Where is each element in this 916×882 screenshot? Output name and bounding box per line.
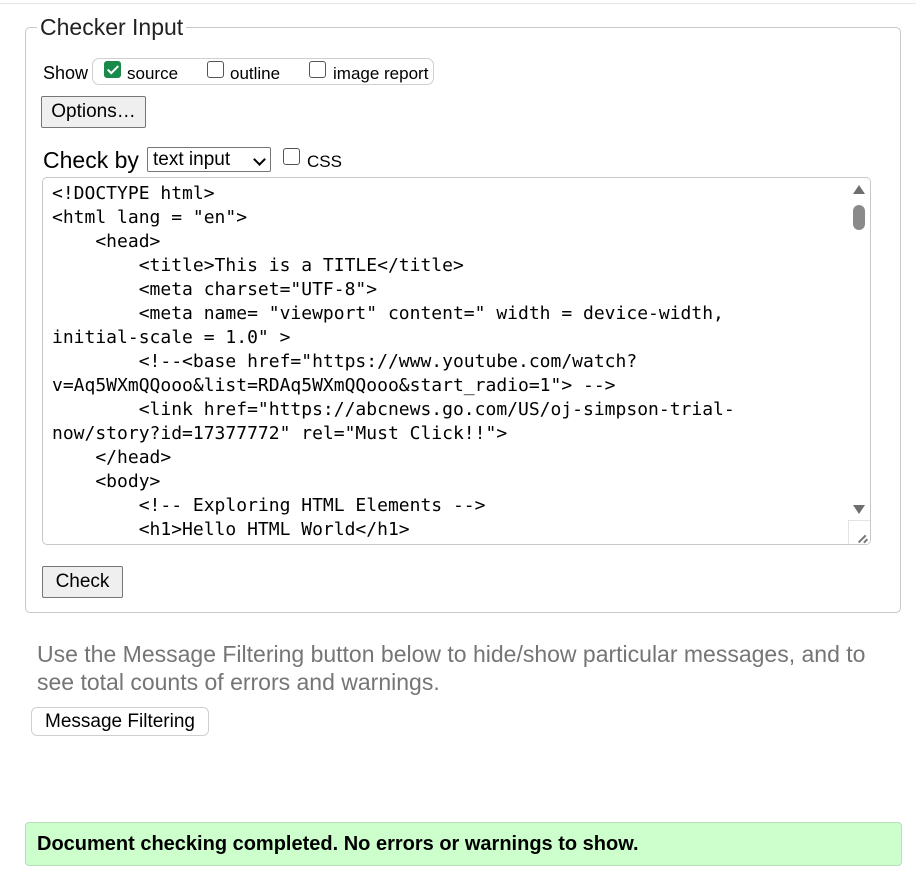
scroll-down-arrow-icon[interactable] bbox=[853, 505, 865, 514]
check-button[interactable]: Check bbox=[42, 566, 123, 598]
outline-label[interactable]: outline bbox=[230, 64, 280, 84]
message-filtering-note: Use the Message Filtering button below t… bbox=[37, 641, 866, 695]
chevron-down-icon bbox=[253, 153, 266, 166]
show-label: Show bbox=[43, 63, 89, 83]
source-label[interactable]: source bbox=[127, 64, 178, 84]
outline-checkbox[interactable] bbox=[207, 61, 224, 78]
image-report-checkbox[interactable] bbox=[309, 61, 326, 78]
show-options-group: source outline image report bbox=[92, 58, 434, 85]
checker-input-legend: Checker Input bbox=[37, 13, 187, 41]
css-checkbox[interactable] bbox=[283, 148, 300, 165]
scroll-up-arrow-icon[interactable] bbox=[853, 185, 865, 194]
check-by-selected-value: text input bbox=[153, 149, 231, 170]
options-button[interactable]: Options… bbox=[41, 96, 146, 128]
top-divider bbox=[0, 3, 916, 4]
image-report-label[interactable]: image report bbox=[333, 64, 428, 84]
source-code-text[interactable]: <!DOCTYPE html> <html lang = "en"> <head… bbox=[52, 182, 852, 542]
scrollbar-thumb[interactable] bbox=[853, 205, 865, 230]
vertical-scrollbar[interactable] bbox=[848, 178, 870, 544]
check-by-select[interactable]: text input bbox=[147, 147, 271, 172]
css-label[interactable]: CSS bbox=[307, 152, 342, 172]
source-textarea[interactable]: <!DOCTYPE html> <html lang = "en"> <head… bbox=[42, 177, 871, 545]
message-filtering-button[interactable]: Message Filtering bbox=[31, 707, 209, 736]
resize-handle-icon[interactable] bbox=[848, 520, 870, 544]
source-checkbox[interactable] bbox=[104, 61, 121, 78]
status-success-message: Document checking completed. No errors o… bbox=[25, 822, 902, 866]
check-by-label: Check by bbox=[43, 147, 139, 173]
